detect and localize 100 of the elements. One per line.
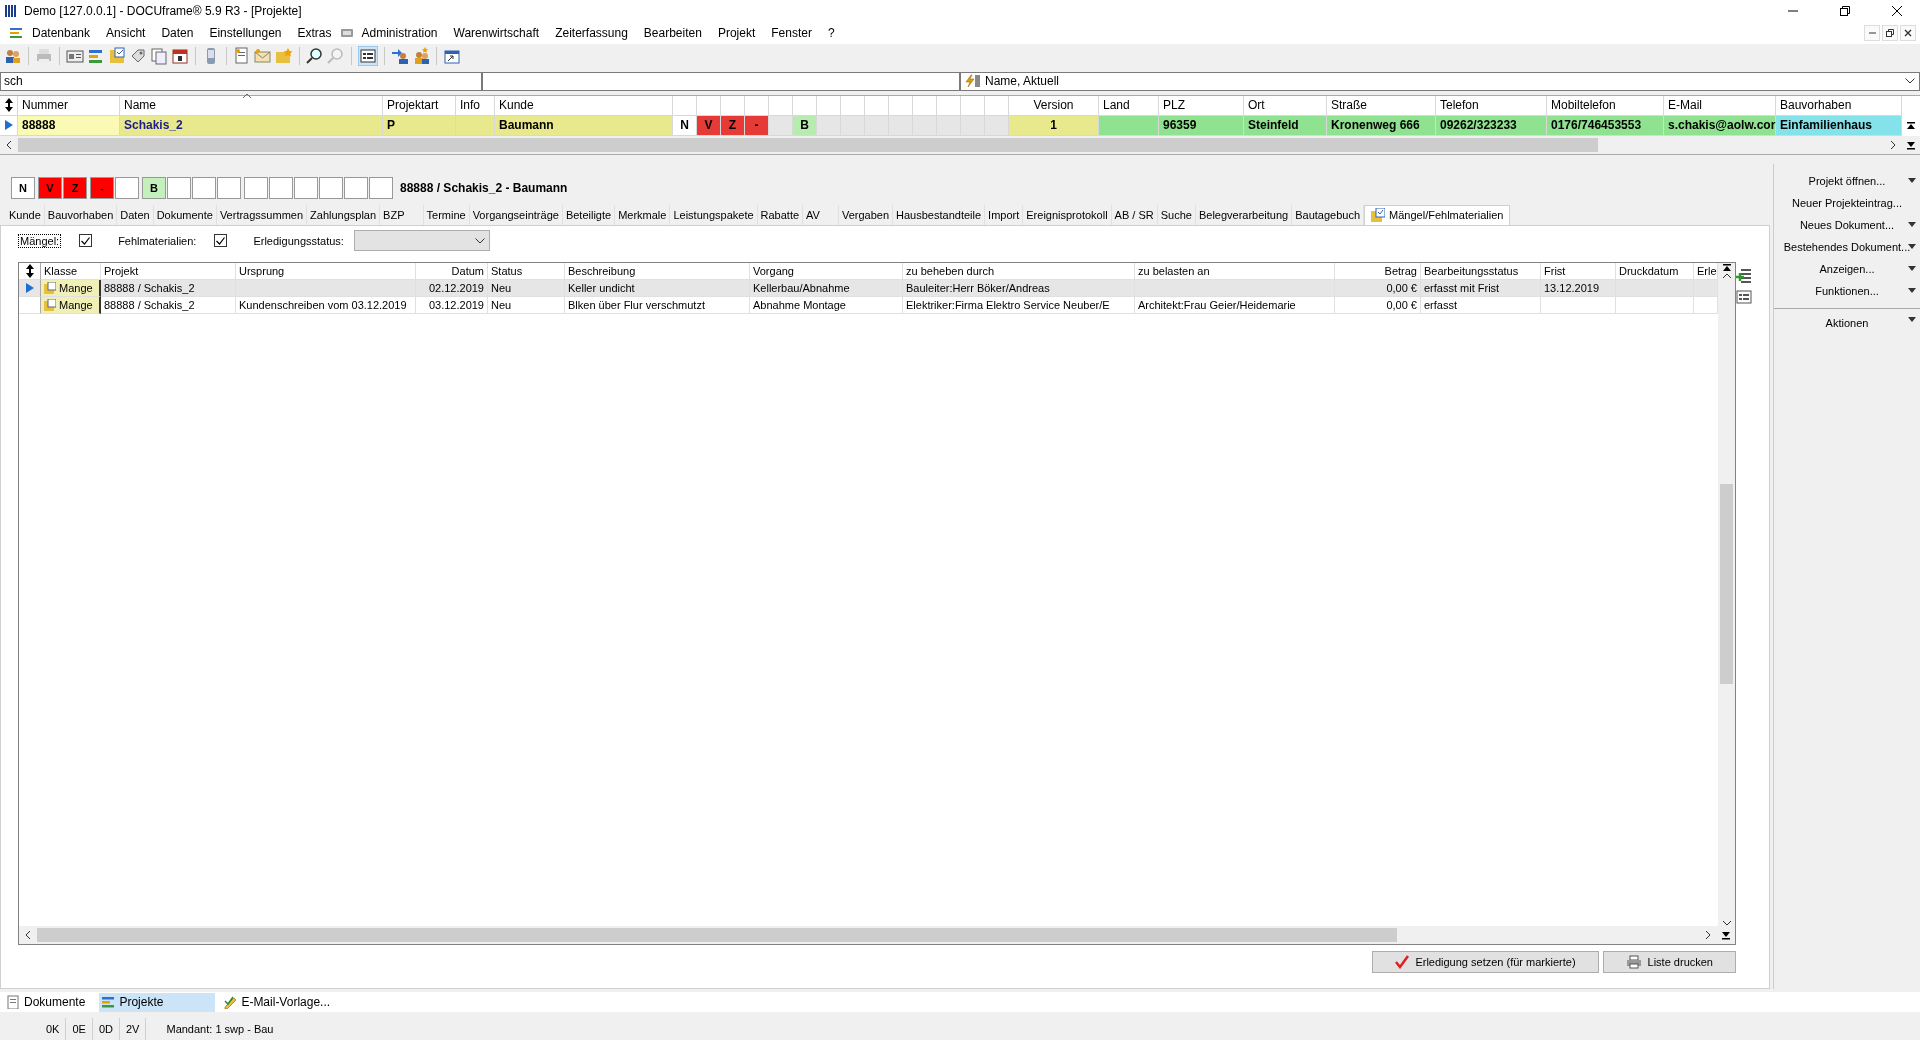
tab[interactable]: Leistungspakete (670, 204, 758, 225)
menu-item[interactable]: Bearbeiten (635, 24, 710, 42)
tab[interactable]: Bauvorhaben (44, 204, 118, 225)
column-header[interactable]: Projekt (101, 262, 236, 280)
tab[interactable]: Vertragssummen (216, 204, 308, 225)
scrollbar-thumb[interactable] (1720, 483, 1733, 684)
column-header[interactable] (913, 95, 937, 116)
tab[interactable]: Suche (1157, 204, 1196, 225)
menu-item[interactable]: Datenbank (24, 24, 99, 42)
folder-icon[interactable] (108, 46, 126, 65)
column-header[interactable]: Status (488, 262, 565, 280)
tab[interactable]: Rabatte (757, 204, 804, 225)
scroll-top-icon[interactable] (1721, 262, 1732, 273)
menu-item[interactable]: Fenster (763, 24, 820, 42)
menu-button[interactable]: Bestehendes Dokument... (1774, 235, 1920, 258)
document-icon[interactable] (233, 46, 251, 65)
tab[interactable]: E-Mail-Vorlage... (221, 992, 339, 1012)
column-header[interactable]: Beschreibung (565, 262, 750, 280)
column-header[interactable] (985, 95, 1009, 116)
column-header[interactable] (769, 95, 793, 116)
column-header[interactable] (865, 95, 889, 116)
status-dropdown[interactable] (353, 230, 490, 252)
column-header[interactable] (841, 95, 865, 116)
column-header[interactable]: Mobiltelefon (1547, 95, 1664, 116)
list-view-icon[interactable] (1736, 289, 1752, 304)
scroll-right-icon[interactable] (1890, 139, 1896, 150)
search-field[interactable]: sch (0, 71, 482, 91)
scrollbar-thumb[interactable] (37, 927, 1397, 942)
menu-button[interactable]: Neuer Projekteintrag... (1774, 191, 1920, 214)
column-header[interactable]: Straße (1327, 95, 1436, 116)
scroll-up-icon[interactable] (1721, 272, 1732, 279)
menu-item[interactable]: Projekt (709, 24, 764, 42)
column-header[interactable]: Nummer (18, 95, 120, 116)
column-header[interactable]: Kunde (495, 95, 673, 116)
tab[interactable]: Kunde (6, 204, 45, 225)
view-dropdown[interactable]: Name, Aktuell (960, 71, 1920, 91)
checkbox[interactable] (214, 234, 228, 248)
tab[interactable]: AB / SR (1111, 204, 1158, 225)
scroll-down-icon[interactable] (1721, 919, 1732, 926)
menu-item[interactable]: ? (819, 24, 843, 42)
column-header[interactable]: Klasse (41, 262, 101, 280)
checkbox[interactable] (79, 234, 93, 248)
column-header[interactable]: Bauvorhaben (1776, 95, 1902, 116)
scroll-top-icon[interactable] (1906, 120, 1916, 131)
actions-menu[interactable]: Aktionen (1774, 307, 1920, 334)
menu-button[interactable]: Projekt öffnen... (1774, 169, 1920, 192)
resize-icon[interactable] (24, 263, 35, 278)
menu-item[interactable]: Zeiterfassung (547, 24, 636, 42)
tab[interactable]: Merkmale (615, 204, 671, 225)
resize-icon[interactable] (3, 98, 14, 113)
restore-button[interactable] (1882, 25, 1898, 41)
column-header[interactable] (817, 95, 841, 116)
tab[interactable]: Belegverarbeitung (1195, 204, 1293, 225)
menu-item[interactable]: Administration (353, 24, 446, 42)
print-list-button[interactable]: Liste drucken (1602, 950, 1736, 973)
column-header[interactable]: E-Mail (1664, 95, 1776, 116)
scroll-left-icon[interactable] (25, 929, 31, 940)
tab[interactable]: Dokumente (4, 992, 94, 1012)
column-header[interactable]: Frist (1541, 262, 1616, 280)
menu-button[interactable]: Anzeigen... (1774, 257, 1920, 280)
tab[interactable]: BZP (380, 204, 424, 225)
column-header[interactable]: Ursprung (236, 262, 416, 280)
tab[interactable]: Termine (423, 204, 470, 225)
scroll-bottom-icon[interactable] (1906, 139, 1916, 150)
list-view-icon[interactable] (358, 45, 378, 66)
scroll-bottom-icon[interactable] (1721, 929, 1731, 940)
tab[interactable]: Vorgangseinträge (469, 204, 563, 225)
search-icon[interactable] (306, 46, 324, 65)
scroll-left-icon[interactable] (6, 139, 12, 150)
scrollbar-thumb[interactable] (18, 137, 1598, 152)
column-header[interactable] (721, 95, 745, 116)
tab[interactable]: Ereignisprotokoll (1023, 204, 1112, 225)
close-button[interactable] (1900, 25, 1916, 41)
column-header[interactable] (961, 95, 985, 116)
tag-icon[interactable] (129, 46, 147, 65)
column-header[interactable]: PLZ (1159, 95, 1244, 116)
column-header[interactable]: Druckdatum (1616, 262, 1694, 280)
column-header[interactable]: Datum (416, 262, 488, 280)
tab[interactable]: Daten (117, 204, 154, 225)
column-header[interactable] (937, 95, 961, 116)
filter-field[interactable] (482, 71, 960, 91)
column-header[interactable] (697, 95, 721, 116)
envelope-icon[interactable] (254, 46, 272, 65)
column-header[interactable]: Projektart (383, 95, 456, 116)
tab[interactable]: Vergaben (838, 204, 894, 225)
menu-button[interactable]: Neues Dokument... (1774, 213, 1920, 236)
people-arrow-icon[interactable] (391, 46, 409, 65)
menu-button[interactable]: Funktionen... (1774, 279, 1920, 302)
tab[interactable]: Import (985, 204, 1024, 225)
tab[interactable]: Projekte (99, 992, 216, 1012)
tab[interactable]: Zahlungsplan (307, 204, 381, 225)
menu-item[interactable]: Daten (153, 24, 202, 42)
tab[interactable]: AV (803, 204, 839, 225)
column-header[interactable]: zu beheben durch (903, 262, 1135, 280)
column-header[interactable] (889, 95, 913, 116)
tab[interactable]: Hausbestandteile (893, 204, 986, 225)
column-header[interactable]: zu belasten an (1135, 262, 1335, 280)
calendar-icon[interactable] (171, 46, 189, 65)
mark-done-button[interactable]: Erledigung setzen (für markierte) (1372, 950, 1599, 973)
menu-item[interactable]: Warenwirtschaft (445, 24, 548, 42)
